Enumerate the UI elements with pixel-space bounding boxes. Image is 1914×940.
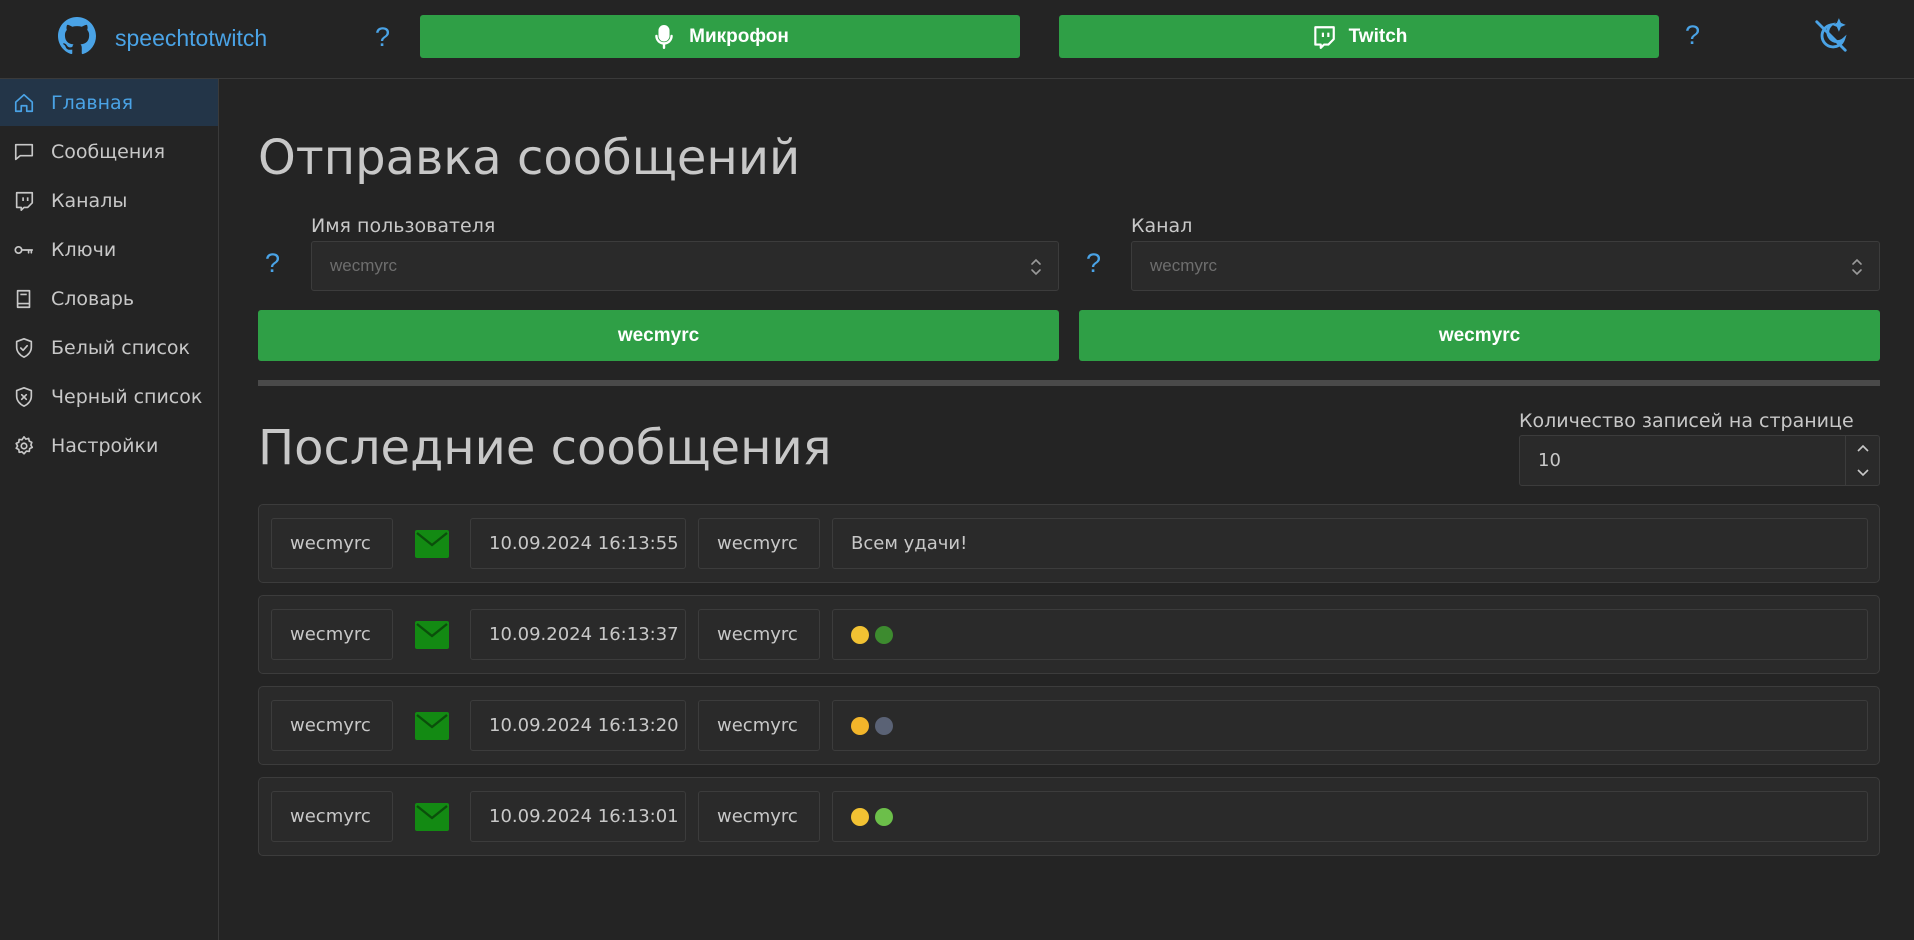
message-icon: [14, 143, 34, 160]
envelope-icon[interactable]: [415, 530, 449, 558]
emoji-icon: [875, 625, 893, 644]
channel-label: Канал: [1131, 215, 1193, 237]
message-user: wecmyrc: [271, 518, 393, 569]
message-channel: wecmyrc: [698, 791, 820, 842]
sidebar-item-label: Словарь: [51, 287, 135, 310]
top-header: speechtotwitch ? Микрофон Twitch ?: [0, 0, 1914, 79]
gear-icon: [15, 435, 34, 455]
sidebar-item-label: Сообщения: [51, 140, 166, 163]
twitch-button[interactable]: Twitch: [1059, 15, 1659, 58]
emoji-icon: [875, 716, 893, 735]
home-icon: [14, 93, 34, 112]
chevron-updown-icon: [1031, 258, 1041, 276]
channel-select-value: wecmyrc: [1150, 256, 1218, 275]
message-text-value: Всем удачи!: [851, 533, 968, 554]
shield-check-icon: [15, 337, 33, 358]
envelope-icon[interactable]: [415, 621, 449, 649]
message-timestamp: 10.09.2024 16:13:55: [470, 518, 686, 569]
sidebar-item-label: Черный список: [51, 385, 203, 408]
message-timestamp: 10.09.2024 16:13:37: [470, 609, 686, 660]
message-user: wecmyrc: [271, 791, 393, 842]
theme-toggle-icon[interactable]: [1812, 17, 1850, 55]
message-user: wecmyrc: [271, 609, 393, 660]
github-icon[interactable]: [58, 17, 96, 55]
message-row: wecmyrc 10.09.2024 16:13:01 wecmyrc: [258, 777, 1880, 856]
channel-help-icon[interactable]: ?: [1086, 248, 1101, 279]
message-channel: wecmyrc: [698, 700, 820, 751]
sidebar-item-label: Белый список: [51, 336, 191, 359]
user-button[interactable]: wecmyrc: [258, 310, 1059, 361]
message-text: Всем удачи!: [832, 518, 1868, 569]
send-title: Отправка сообщений: [258, 130, 801, 186]
username-select[interactable]: wecmyrc: [311, 241, 1059, 291]
emoji-icon: [851, 716, 869, 735]
message-text: [832, 609, 1868, 660]
chevron-up-icon[interactable]: [1846, 436, 1880, 460]
username-label: Имя пользователя: [311, 215, 496, 237]
channel-button[interactable]: wecmyrc: [1079, 310, 1880, 361]
section-divider: [258, 380, 1880, 386]
envelope-icon[interactable]: [415, 803, 449, 831]
microphone-button-label: Микрофон: [689, 25, 789, 47]
chevron-down-icon[interactable]: [1846, 461, 1880, 485]
brand-link[interactable]: speechtotwitch: [115, 25, 267, 52]
sidebar-item-label: Каналы: [51, 189, 128, 212]
channel-select[interactable]: wecmyrc: [1131, 241, 1880, 291]
message-row: wecmyrc 10.09.2024 16:13:20 wecmyrc: [258, 686, 1880, 765]
sidebar-item-keys[interactable]: Ключи: [0, 226, 218, 273]
sidebar-item-label: Ключи: [51, 238, 117, 261]
message-timestamp: 10.09.2024 16:13:01: [470, 791, 686, 842]
microphone-icon: [655, 24, 673, 49]
chevron-updown-icon: [1852, 258, 1862, 276]
message-channel: wecmyrc: [698, 609, 820, 660]
twitch-icon: [15, 191, 34, 211]
microphone-button[interactable]: Микрофон: [420, 15, 1020, 58]
help-icon[interactable]: ?: [375, 22, 390, 53]
recent-title: Последние сообщения: [258, 420, 832, 476]
message-text: [832, 700, 1868, 751]
message-user: wecmyrc: [271, 700, 393, 751]
sidebar-item-channels[interactable]: Каналы: [0, 177, 218, 224]
per-page-label: Количество записей на странице: [1519, 410, 1854, 432]
help-icon[interactable]: ?: [1685, 20, 1700, 51]
twitch-button-label: Twitch: [1348, 25, 1408, 47]
message-channel: wecmyrc: [698, 518, 820, 569]
sidebar-item-blacklist[interactable]: Черный список: [0, 373, 218, 420]
sidebar-item-messages[interactable]: Сообщения: [0, 128, 218, 175]
envelope-icon[interactable]: [415, 712, 449, 740]
per-page-value: 10: [1538, 450, 1561, 471]
key-icon: [14, 245, 34, 254]
username-select-value: wecmyrc: [330, 256, 398, 275]
emoji-icon: [851, 807, 869, 826]
sidebar-item-home[interactable]: Главная: [0, 79, 218, 126]
per-page-spinner[interactable]: [1845, 436, 1879, 485]
message-timestamp: 10.09.2024 16:13:20: [470, 700, 686, 751]
sidebar-item-whitelist[interactable]: Белый список: [0, 324, 218, 371]
sidebar-item-settings[interactable]: Настройки: [0, 422, 218, 469]
emoji-icon: [851, 625, 869, 644]
emoji-icon: [875, 807, 893, 826]
shield-x-icon: [15, 386, 33, 407]
message-row: wecmyrc 10.09.2024 16:13:55 wecmyrc Всем уд…: [258, 504, 1880, 583]
sidebar-item-label: Главная: [51, 91, 134, 114]
twitch-icon: [1313, 25, 1335, 49]
username-help-icon[interactable]: ?: [265, 248, 280, 279]
per-page-input[interactable]: 10: [1519, 435, 1880, 486]
sidebar: Главная Сообщения Каналы Ключи Словарь Б…: [0, 79, 219, 940]
sidebar-item-dictionary[interactable]: Словарь: [0, 275, 218, 322]
message-text: [832, 791, 1868, 842]
message-row: wecmyrc 10.09.2024 16:13:37 wecmyrc: [258, 595, 1880, 674]
book-icon: [16, 289, 31, 308]
sidebar-item-label: Настройки: [51, 434, 159, 457]
